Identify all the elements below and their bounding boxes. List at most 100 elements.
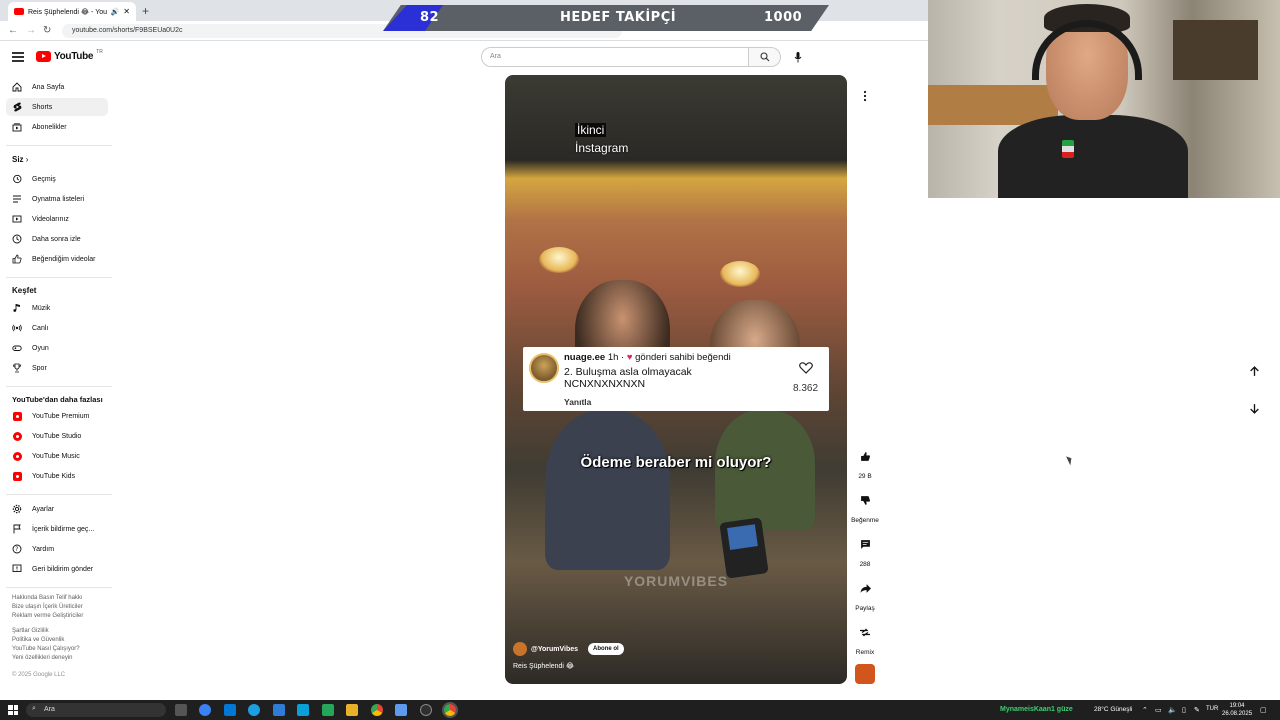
sound-thumbnail[interactable] — [855, 664, 875, 684]
sidebar-item-youtube-music[interactable]: YouTube Music — [6, 447, 108, 465]
sidebar-item-playlists[interactable]: Oynatma listeleri — [6, 190, 108, 208]
pinned-comment-card[interactable]: nuage.ee 1h · ♥ gönderi sahibi beğendi 2… — [523, 347, 829, 411]
search-input[interactable]: Ara — [481, 47, 749, 67]
more-options-button[interactable] — [855, 86, 875, 106]
clock[interactable]: 19:04 26.08.2025 — [1222, 702, 1252, 718]
dislike-label: Beğenme — [851, 517, 879, 524]
windows-start-icon[interactable] — [8, 705, 18, 715]
volume-icon[interactable]: 🔈 — [1168, 706, 1177, 714]
battery-icon[interactable]: ▯ — [1182, 706, 1186, 714]
channel-avatar[interactable] — [513, 642, 527, 656]
youtube-kids-icon — [12, 471, 22, 481]
copilot-icon[interactable] — [199, 704, 211, 716]
sidebar-you-heading[interactable]: Siz › — [12, 155, 28, 164]
sidebar-item-youtube-kids[interactable]: YouTube Kids — [6, 467, 108, 485]
footer-links-primary[interactable]: Hakkında Basın Telif hakkı Bize ulaşın İ… — [12, 594, 112, 621]
windows-taskbar: ⌕ Ara MynameisKaan1 güze 28°C Güneşli ⌃ … — [0, 700, 1280, 720]
sidebar-item-history[interactable]: Geçmiş — [6, 170, 108, 188]
sidebar-item-feedback[interactable]: Geri bildirim gönder — [6, 560, 108, 578]
previous-short-button[interactable] — [1243, 360, 1265, 382]
trophy-icon — [12, 363, 22, 373]
video-watermark: YORUMVIBES — [623, 573, 729, 589]
store-icon[interactable] — [273, 704, 285, 716]
reload-icon[interactable]: ↻ — [43, 25, 51, 36]
sidebar-item-youtube-studio[interactable]: YouTube Studio — [6, 427, 108, 445]
close-tab-icon[interactable]: ✕ — [123, 7, 130, 16]
next-short-button[interactable] — [1243, 397, 1265, 419]
like-count: 29 B — [858, 473, 872, 480]
channel-name[interactable]: @YorumVibes — [531, 646, 578, 653]
file-explorer-icon[interactable] — [346, 704, 358, 716]
sidebar-item-watch-later[interactable]: Daha sonra izle — [6, 230, 108, 248]
chevron-up-icon[interactable]: ⌃ — [1142, 706, 1148, 714]
new-tab-button[interactable]: + — [142, 4, 149, 18]
goal-current: 82 — [420, 10, 440, 25]
task-view-icon[interactable] — [175, 704, 187, 716]
sidebar-item-liked-videos[interactable]: Beğendiğim videolar — [6, 250, 108, 268]
browser-tab[interactable]: Reis Şüphelendi 😂 - YouTube 🔊 ✕ — [8, 2, 136, 21]
speaker-icon[interactable]: 🔊 — [111, 8, 120, 16]
outlook-icon[interactable] — [224, 704, 236, 716]
xbox-icon[interactable] — [322, 704, 334, 716]
video-title[interactable]: Reis Şüphelendi 😂 — [513, 662, 574, 670]
sidebar-item-live[interactable]: Canlı — [6, 319, 108, 337]
remix-button[interactable]: Remix — [849, 619, 881, 656]
chevron-right-icon: › — [25, 155, 29, 164]
your-videos-icon — [12, 214, 22, 224]
like-button[interactable]: 29 B — [849, 443, 881, 480]
calendar-icon[interactable] — [297, 704, 309, 716]
chrome-active-icon[interactable] — [442, 702, 458, 718]
youtube-logo[interactable]: YouTube TR — [36, 49, 103, 62]
goal-label: HEDEF TAKİPÇİ — [560, 10, 677, 25]
youtube-studio-icon — [12, 431, 22, 441]
sidebar-item-report-history[interactable]: İçerik bildirme geç... — [6, 520, 108, 538]
webcam-shelf — [1173, 20, 1258, 80]
sidebar-item-youtube-premium[interactable]: YouTube Premium — [6, 407, 108, 425]
voice-search-button[interactable] — [789, 48, 807, 66]
comments-button[interactable]: 288 — [849, 531, 881, 568]
sidebar-item-subscriptions[interactable]: Abonelikler — [6, 118, 108, 136]
sidebar-item-sports[interactable]: Spor — [6, 359, 108, 377]
shorts-video-player[interactable]: İkinci İnstagram nuage.ee 1h · ♥ gönderi… — [505, 75, 847, 684]
youtube-favicon-icon — [14, 8, 24, 15]
pen-icon[interactable]: ✎ — [1194, 706, 1200, 714]
microphone-flag-icon — [1062, 140, 1074, 158]
reply-link[interactable]: Yanıtla — [564, 397, 591, 407]
comment-like-count: 8.362 — [793, 383, 819, 394]
chrome-icon[interactable] — [371, 704, 383, 716]
sidebar-item-gaming[interactable]: Oyun — [6, 339, 108, 357]
subscriptions-icon — [12, 122, 22, 132]
hamburger-menu-icon[interactable] — [12, 52, 24, 62]
edge-icon[interactable] — [248, 704, 260, 716]
sidebar: Ana Sayfa Shorts Abonelikler Siz › Geçmi… — [0, 76, 118, 686]
sidebar-item-music[interactable]: Müzik — [6, 299, 108, 317]
weather-widget[interactable]: 28°C Güneşli — [1094, 706, 1132, 713]
search-button[interactable] — [749, 47, 781, 67]
heart-outline-icon[interactable] — [799, 361, 813, 379]
sidebar-more-heading: YouTube'dan daha fazlası — [12, 395, 103, 404]
language-indicator[interactable]: TUR — [1206, 706, 1218, 712]
obs-icon[interactable] — [420, 704, 432, 716]
search-icon: ⌕ — [32, 705, 36, 712]
thumbs-up-icon — [860, 451, 870, 461]
sidebar-item-your-videos[interactable]: Videolarınız — [6, 210, 108, 228]
network-icon[interactable]: ▭ — [1155, 706, 1162, 714]
vscode-icon[interactable] — [395, 704, 407, 716]
comment-text: 2. Buluşma asla olmayacak NCNXNXNXNXN — [564, 366, 692, 390]
lamp-decoration — [539, 247, 579, 273]
payment-terminal — [719, 517, 769, 579]
footer-links-secondary[interactable]: Şartlar Gizlilik Politika ve Güvenlik Yo… — [12, 627, 112, 663]
notification-icon[interactable]: ▢ — [1260, 706, 1267, 714]
taskbar-search[interactable]: ⌕ Ara — [26, 703, 166, 717]
share-button[interactable]: Paylaş — [849, 575, 881, 612]
sidebar-item-shorts[interactable]: Shorts — [6, 98, 108, 116]
more-vertical-icon — [863, 90, 867, 102]
back-icon[interactable]: ← — [8, 25, 18, 36]
subscribe-button[interactable]: Abone ol — [588, 643, 624, 655]
sidebar-item-settings[interactable]: Ayarlar — [6, 500, 108, 518]
dislike-button[interactable]: Beğenme — [849, 487, 881, 524]
comment-icon — [860, 539, 870, 549]
forward-icon[interactable]: → — [26, 25, 36, 36]
sidebar-item-home[interactable]: Ana Sayfa — [6, 78, 108, 96]
sidebar-item-help[interactable]: ? Yardım — [6, 540, 108, 558]
